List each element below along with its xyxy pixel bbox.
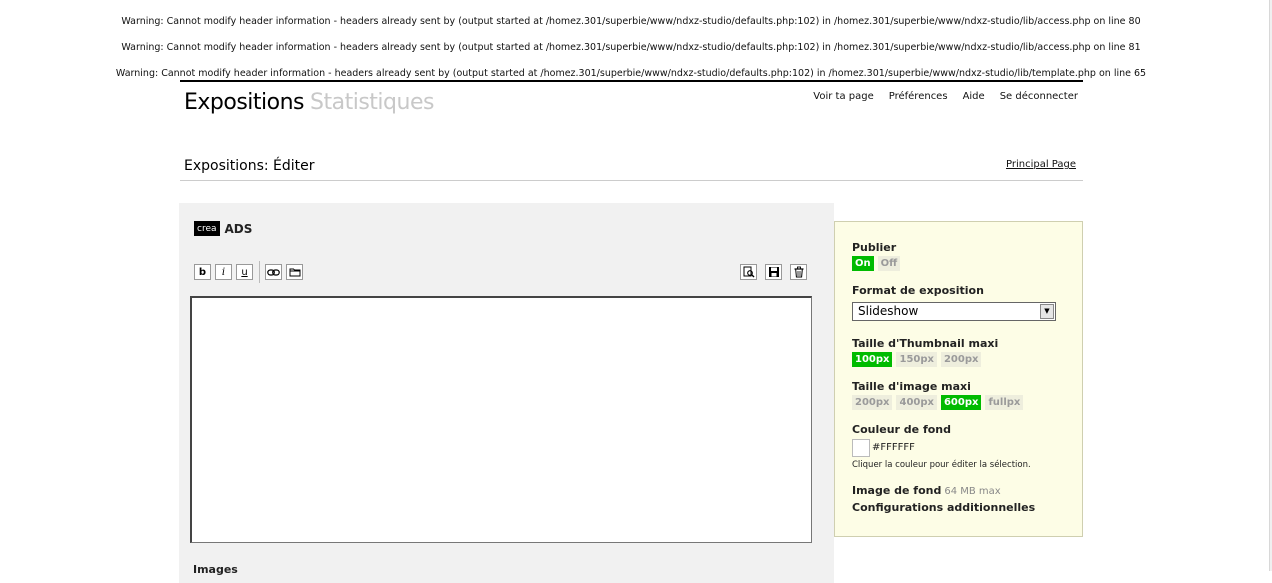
link-icon[interactable] — [265, 264, 282, 280]
title-divider — [180, 180, 1083, 181]
section-tag: crea — [194, 221, 220, 236]
thumb-size-200[interactable]: 200px — [940, 352, 982, 367]
image-size-400[interactable]: 400px — [896, 395, 937, 410]
thumb-size-100[interactable]: 100px — [852, 352, 893, 367]
chevron-down-icon[interactable]: ▼ — [1040, 304, 1054, 319]
php-warning-2: Warning: Cannot modify header informatio… — [121, 42, 1141, 53]
tab-expositions[interactable]: Expositions — [184, 90, 305, 115]
nav-help[interactable]: Aide — [963, 91, 985, 102]
image-size-600[interactable]: 600px — [940, 395, 982, 410]
bg-image-label[interactable]: Image de fond 64 MB max — [852, 484, 1001, 497]
thumbnail-size-label: Taille d'Thumbnail maxi — [852, 337, 999, 350]
bg-color-hint: Cliquer la couleur pour éditer la sélect… — [852, 460, 1031, 470]
image-size-options: 200px 400px 600px fullpx — [852, 395, 1024, 410]
bg-color-value: #FFFFFF — [872, 442, 915, 453]
underline-icon[interactable]: u — [236, 264, 253, 280]
editor-actions — [740, 264, 811, 280]
folder-icon[interactable] — [286, 264, 303, 280]
top-navigation: Voir ta page Préférences Aide Se déconne… — [813, 91, 1078, 102]
bg-color-label: Couleur de fond — [852, 423, 951, 436]
images-section-label: Images — [193, 563, 238, 576]
section-tabs: Expositions Statistiques — [184, 90, 434, 115]
bg-image-label-text: Image de fond — [852, 484, 942, 497]
toolbar-separator — [259, 261, 260, 283]
header-divider — [180, 80, 1083, 82]
exhibit-title[interactable]: ADS — [225, 222, 253, 236]
trash-icon[interactable] — [790, 264, 807, 280]
format-toolbar: b i u — [194, 261, 307, 283]
save-icon[interactable] — [765, 264, 782, 280]
bg-image-size-note: 64 MB max — [944, 486, 1001, 497]
exhibit-title-row: crea ADS — [194, 221, 252, 236]
publish-off-option[interactable]: Off — [877, 256, 901, 271]
publish-label: Publier — [852, 241, 897, 254]
tab-statistiques[interactable]: Statistiques — [310, 90, 434, 115]
php-warning-3: Warning: Cannot modify header informatio… — [115, 68, 1147, 79]
settings-panel: Publier On Off Format de exposition Slid… — [834, 221, 1083, 537]
php-warning-1: Warning: Cannot modify header informatio… — [121, 16, 1141, 27]
image-size-200[interactable]: 200px — [852, 395, 893, 410]
additional-settings-link[interactable]: Configurations additionnelles — [852, 501, 1035, 514]
preview-icon[interactable] — [740, 264, 757, 280]
main-page-link[interactable]: Principal Page — [1006, 159, 1076, 170]
publish-toggle: On Off — [852, 256, 901, 271]
nav-preferences[interactable]: Préférences — [889, 91, 948, 102]
format-select-value: Slideshow — [858, 304, 919, 318]
nav-logout[interactable]: Se déconnecter — [1000, 91, 1078, 102]
publish-on-option[interactable]: On — [852, 256, 874, 271]
bg-color-swatch[interactable] — [852, 439, 870, 457]
content-textarea[interactable] — [190, 296, 812, 543]
format-label: Format de exposition — [852, 284, 984, 297]
format-select[interactable]: Slideshow ▼ — [852, 302, 1056, 321]
editor-panel: crea ADS b i u Images — [179, 203, 834, 583]
thumbnail-size-options: 100px 150px 200px — [852, 352, 982, 367]
image-size-full[interactable]: fullpx — [985, 395, 1024, 410]
nav-view-page[interactable]: Voir ta page — [813, 91, 873, 102]
page-title: Expositions: Éditer — [184, 158, 315, 174]
bold-icon[interactable]: b — [194, 264, 211, 280]
thumb-size-150[interactable]: 150px — [896, 352, 937, 367]
image-size-label: Taille d'image maxi — [852, 380, 971, 393]
italic-icon[interactable]: i — [215, 264, 232, 280]
